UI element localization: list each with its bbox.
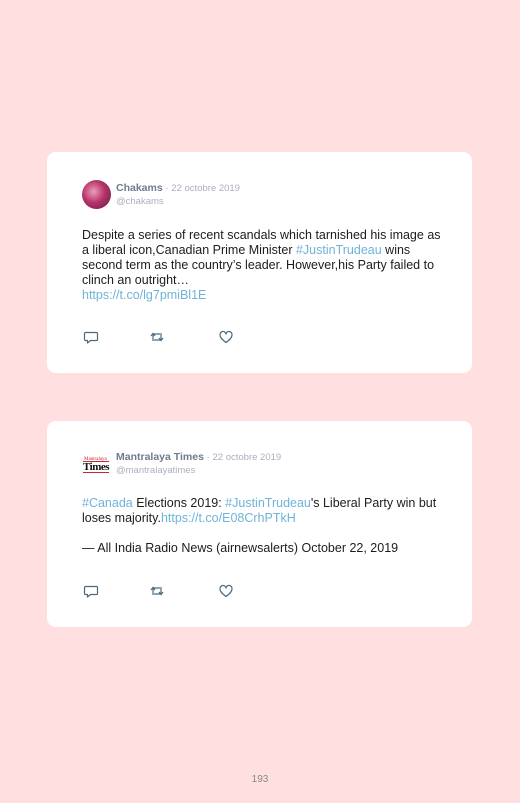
author-handle[interactable]: @chakams (116, 196, 240, 208)
retweet-button[interactable] (149, 329, 165, 345)
retweet-icon (150, 332, 164, 342)
hashtag-link[interactable]: #JustinTrudeau (225, 496, 311, 510)
tweet-text: Despite a series of recent scandals whic… (82, 228, 442, 303)
reply-button[interactable] (83, 583, 99, 599)
tweet-actions (83, 329, 283, 345)
tweet-card: Mantralaya Times Mantralaya Times · 22 o… (47, 421, 472, 627)
like-button[interactable] (218, 583, 234, 599)
retweet-icon (150, 586, 164, 596)
url-link[interactable]: https://t.co/E08CrhPTkH (161, 511, 296, 525)
reply-button[interactable] (83, 329, 99, 345)
author-name[interactable]: Mantralaya Times (116, 451, 204, 463)
tweet-text-part: Elections 2019: (132, 496, 226, 510)
avatar[interactable] (82, 180, 111, 209)
reply-icon (83, 585, 99, 598)
tweet-header: Chakams · 22 octobre 2019 @chakams (116, 182, 240, 208)
reply-icon (83, 331, 99, 344)
tweet-date[interactable]: · 22 octobre 2019 (165, 183, 239, 194)
avatar[interactable]: Mantralaya Times (82, 450, 111, 479)
retweet-button[interactable] (149, 583, 165, 599)
hashtag-link[interactable]: #JustinTrudeau (296, 243, 382, 257)
page-number: 193 (251, 774, 269, 785)
tweet-text: #Canada Elections 2019: #JustinTrudeau's… (82, 496, 442, 556)
tweet-header: Mantralaya Times · 22 octobre 2019 @mant… (116, 451, 281, 477)
url-link[interactable]: https://t.co/lg7pmiBl1E (82, 288, 206, 302)
tweet-date[interactable]: · 22 octobre 2019 (207, 452, 281, 463)
hashtag-link[interactable]: #Canada (82, 496, 133, 510)
like-button[interactable] (218, 329, 234, 345)
author-name[interactable]: Chakams (116, 182, 163, 194)
logo-text: Times (83, 461, 110, 473)
author-handle[interactable]: @mantralayatimes (116, 465, 281, 477)
tweet-credit: — All India Radio News (airnewsalerts) O… (82, 541, 399, 555)
like-icon (219, 330, 233, 344)
tweet-card: Chakams · 22 octobre 2019 @chakams Despi… (47, 152, 472, 373)
like-icon (219, 584, 233, 598)
tweet-actions (83, 583, 283, 599)
